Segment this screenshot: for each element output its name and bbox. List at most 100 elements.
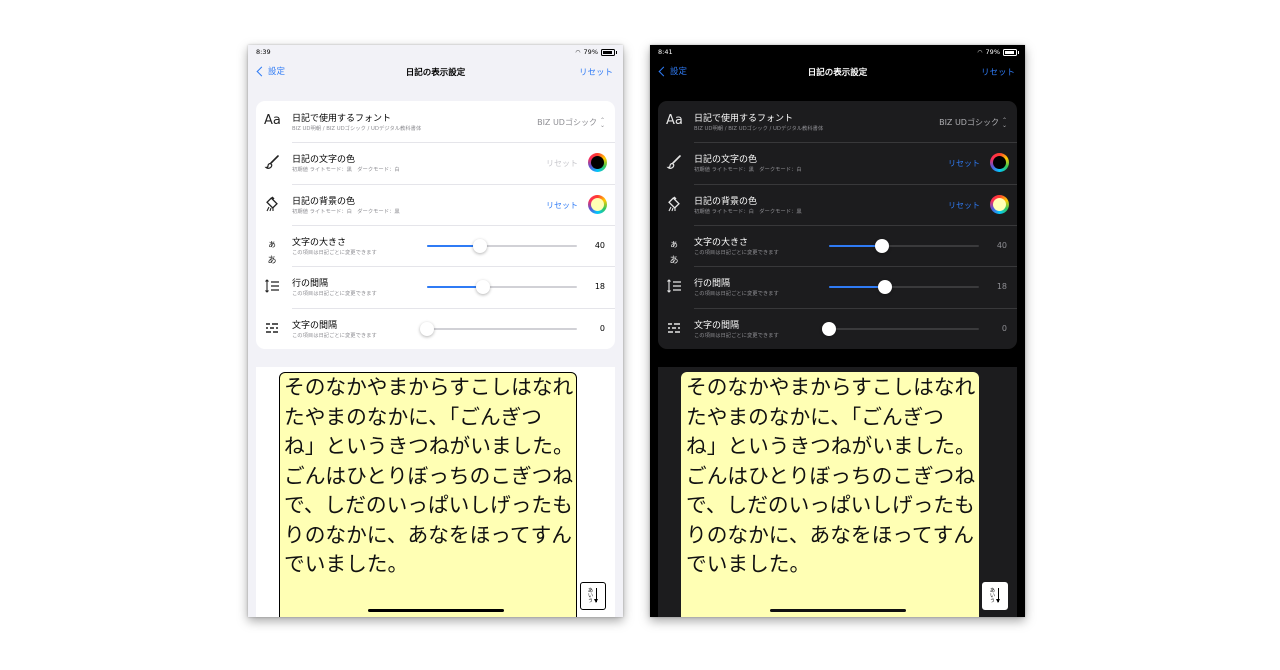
text-size-value: 40 [594, 240, 605, 250]
wifi-icon: ◠ [575, 48, 581, 56]
slider-fill [829, 244, 882, 247]
letter-spacing-slider[interactable] [822, 321, 979, 336]
diary-preview: そのなかやまからすこしはなれ たやまのなかに、「ごんぎつ ね」というきつねがいま… [256, 367, 615, 617]
preview-line: たやまのなかに、「ごんぎつ [284, 404, 542, 429]
page-title: 日記の表示設定 [405, 68, 466, 78]
paintbrush-icon [264, 154, 280, 170]
letter-spacing-subtitle: この項目は日記ごとに変更できます [694, 332, 779, 339]
line-spacing-slider[interactable] [427, 280, 577, 295]
text-size-icon: ぁあ [669, 239, 679, 266]
text-color-reset-button[interactable]: リセット [948, 158, 980, 169]
text-color-well[interactable] [588, 153, 607, 173]
diary-preview: そのなかやまからすこしはなれ たやまのなかに、「ごんぎつ ね」というきつねがいま… [658, 367, 1017, 617]
status-bar: 8:41 ◠ 79% [658, 47, 1019, 59]
paint-bucket-icon [666, 196, 682, 212]
arrow-down-icon [593, 588, 598, 604]
text-size-row: ぁあ 文字の大きさ この項目は日記ごとに変更できます 40 [658, 224, 1017, 266]
chevron-up-down-icon: ⌃ ⌄ [599, 116, 605, 129]
vertical-text-toggle-button[interactable]: あいう [982, 582, 1008, 610]
text-size-title: 文字の大きさ [694, 237, 749, 248]
text-color-row: 日記の文字の色 初期値 ライトモード：黒 ダークモード：白 リセット [256, 142, 615, 183]
slider-thumb[interactable] [420, 321, 434, 336]
bg-color-title: 日記の背景の色 [292, 196, 356, 207]
slider-fill [427, 286, 483, 289]
text-color-title: 日記の文字の色 [694, 155, 758, 166]
text-color-swatch [591, 156, 604, 170]
bg-color-well[interactable] [990, 194, 1009, 214]
reset-all-button[interactable]: リセット [981, 66, 1015, 78]
text-color-subtitle: 初期値 ライトモード：黒 ダークモード：白 [694, 167, 802, 174]
text-color-reset-button[interactable]: リセット [546, 158, 578, 169]
slider-thumb[interactable] [874, 238, 889, 253]
bg-color-reset-button[interactable]: リセット [948, 200, 980, 211]
letter-spacing-row: 文字の間隔 この項目は日記ごとに変更できます 0 [256, 307, 615, 349]
letter-spacing-value: 0 [599, 323, 605, 333]
text-color-swatch [993, 156, 1006, 170]
bg-color-row: 日記の背景の色 初期値 ライトモード：白 ダークモード：黒 リセット [256, 183, 615, 225]
line-spacing-title: 行の間隔 [292, 279, 329, 290]
navigation-bar: 設定 日記の表示設定 リセット [650, 63, 1025, 83]
slider-fill [427, 244, 480, 247]
preview-line: でいました。 [686, 552, 811, 576]
reset-all-button[interactable]: リセット [579, 66, 613, 78]
bg-color-swatch [591, 197, 604, 211]
battery-percent: 79% [985, 48, 1000, 56]
home-indicator[interactable] [770, 609, 906, 612]
letter-spacing-title: 文字の間隔 [694, 320, 740, 331]
orientation-label: あいう [990, 587, 996, 604]
font-picker-value: BIZ UDゴシック [939, 118, 999, 127]
slider-fill [829, 286, 885, 289]
letter-spacing-title: 文字の間隔 [292, 320, 338, 331]
line-spacing-value: 18 [594, 282, 605, 292]
font-setting-title: 日記で使用するフォント [694, 114, 794, 124]
slider-thumb[interactable] [877, 280, 892, 295]
bg-color-well[interactable] [588, 194, 607, 214]
letter-spacing-slider[interactable] [420, 321, 577, 336]
letter-spacing-subtitle: この項目は日記ごとに変更できます [292, 332, 377, 339]
vertical-text-toggle-button[interactable]: あいう [580, 582, 606, 610]
wifi-icon: ◠ [977, 48, 983, 56]
text-size-slider[interactable] [427, 238, 577, 253]
preview-paper: そのなかやまからすこしはなれ たやまのなかに、「ごんぎつ ね」というきつねがいま… [279, 372, 577, 617]
font-picker[interactable]: BIZ UDゴシック ⌃ ⌄ [537, 117, 605, 128]
text-color-title: 日記の文字の色 [292, 155, 356, 166]
slider-thumb[interactable] [475, 280, 490, 295]
text-size-subtitle: この項目は日記ごとに変更できます [694, 249, 779, 256]
font-picker-value: BIZ UDゴシック [537, 118, 597, 127]
font-setting-row[interactable]: Aa 日記で使用するフォント BIZ UD明朝 / BIZ UDゴシック / U… [256, 101, 615, 142]
text-size-slider[interactable] [829, 238, 979, 253]
preview-line: りのなかに、あなをほってすん [686, 522, 974, 547]
line-spacing-subtitle: この項目は日記ごとに変更できます [694, 291, 779, 298]
slider-thumb[interactable] [472, 238, 487, 253]
status-indicators: ◠ 79% [575, 48, 617, 56]
line-spacing-icon [666, 278, 682, 294]
text-size-icon: ぁあ [267, 239, 277, 266]
bg-color-title: 日記の背景の色 [694, 196, 758, 207]
preview-line: そのなかやまからすこしはなれ [686, 375, 976, 399]
preview-line: たやまのなかに、「ごんぎつ [686, 404, 944, 429]
settings-list: Aa 日記で使用するフォント BIZ UD明朝 / BIZ UDゴシック / U… [658, 101, 1017, 349]
arrow-down-icon [995, 588, 1000, 604]
preview-line: で、しだのいっぱいしげったも [284, 493, 573, 517]
text-size-title: 文字の大きさ [292, 237, 347, 248]
font-picker[interactable]: BIZ UDゴシック ⌃ ⌄ [939, 117, 1007, 128]
status-time: 8:41 [658, 48, 673, 56]
settings-list: Aa 日記で使用するフォント BIZ UD明朝 / BIZ UDゴシック / U… [256, 101, 615, 349]
line-spacing-slider[interactable] [829, 280, 979, 295]
bg-color-subtitle: 初期値 ライトモード：白 ダークモード：黒 [292, 208, 400, 215]
preview-line: ね」というきつねがいました。 [284, 434, 574, 458]
bg-color-reset-button[interactable]: リセット [546, 200, 578, 211]
text-color-well[interactable] [990, 153, 1009, 173]
font-setting-row[interactable]: Aa 日記で使用するフォント BIZ UD明朝 / BIZ UDゴシック / U… [658, 101, 1017, 142]
line-spacing-subtitle: この項目は日記ごとに変更できます [292, 291, 377, 298]
letter-spacing-icon [666, 320, 682, 336]
status-indicators: ◠ 79% [977, 48, 1019, 56]
line-spacing-value: 18 [996, 282, 1007, 292]
preview-line: りのなかに、あなをほってすん [284, 522, 572, 547]
battery-icon [1003, 48, 1019, 56]
font-setting-title: 日記で使用するフォント [292, 114, 392, 124]
slider-thumb[interactable] [822, 321, 836, 336]
line-spacing-icon [264, 278, 280, 294]
line-spacing-row: 行の間隔 この項目は日記ごとに変更できます 18 [658, 266, 1017, 307]
home-indicator[interactable] [368, 609, 504, 612]
